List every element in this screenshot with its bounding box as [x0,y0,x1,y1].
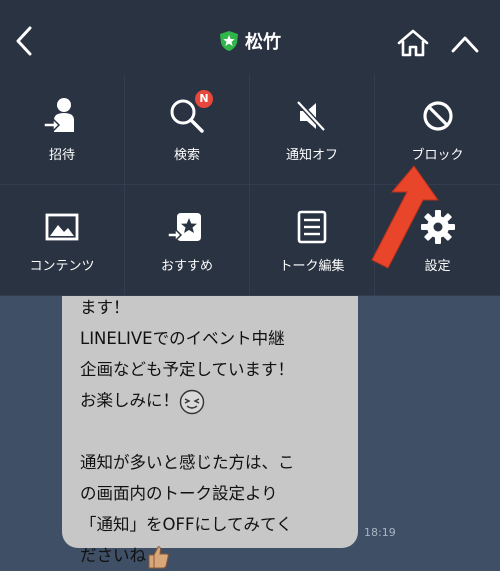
menu-label: トーク編集 [279,258,345,274]
menu-invite[interactable]: 招待 [0,74,125,185]
message-time: 18:19 [364,526,396,539]
shield-star-icon [220,31,238,51]
message-text: ます！ LINELIVEでのイベント中継 企画なども予定しています！ お楽しみに… [80,292,350,571]
message-line: の画面内のトーク設定より [80,484,278,503]
message-line: 「通知」をOFFにしてみてく [80,515,293,534]
thumbs-up-icon [148,545,169,568]
message-line: お楽しみに！ [80,391,179,410]
block-icon [422,100,453,131]
header-bar: 松竹 [0,0,500,74]
menu-talk-edit[interactable]: トーク編集 [250,185,375,296]
recommend-icon [167,212,201,243]
menu-label: 検索 [173,147,200,163]
invite-person-icon [43,97,74,133]
menu-label: おすすめ [160,258,213,274]
pointer-arrow-icon [371,165,439,269]
chevron-up-icon[interactable] [450,34,480,54]
menu-label: コンテンツ [29,258,95,274]
message-line: ださいね [80,546,146,565]
menu-label: 通知オフ [285,147,338,163]
chat-name: 松竹 [245,32,281,53]
laughing-face-icon [179,389,205,414]
menu-search[interactable]: N 検索 [125,74,250,185]
menu-label: 招待 [48,147,75,163]
message-line: 企画なども予定しています！ [80,360,295,379]
speaker-mute-icon [296,99,326,132]
message-line: ます！ [80,298,130,317]
message-line: LINELIVEでのイベント中継 [80,329,285,348]
new-badge: N [195,89,213,108]
message-line: 通知が多いと感じた方は、こ [80,453,295,472]
image-icon [45,213,79,240]
menu-contents[interactable]: コンテンツ [0,185,125,296]
home-icon[interactable] [396,28,430,58]
menu-notifications-off[interactable]: 通知オフ [250,74,375,185]
search-icon-wrap: N [167,89,213,136]
menu-recommend[interactable]: おすすめ [125,185,250,296]
edit-list-icon [297,210,327,243]
